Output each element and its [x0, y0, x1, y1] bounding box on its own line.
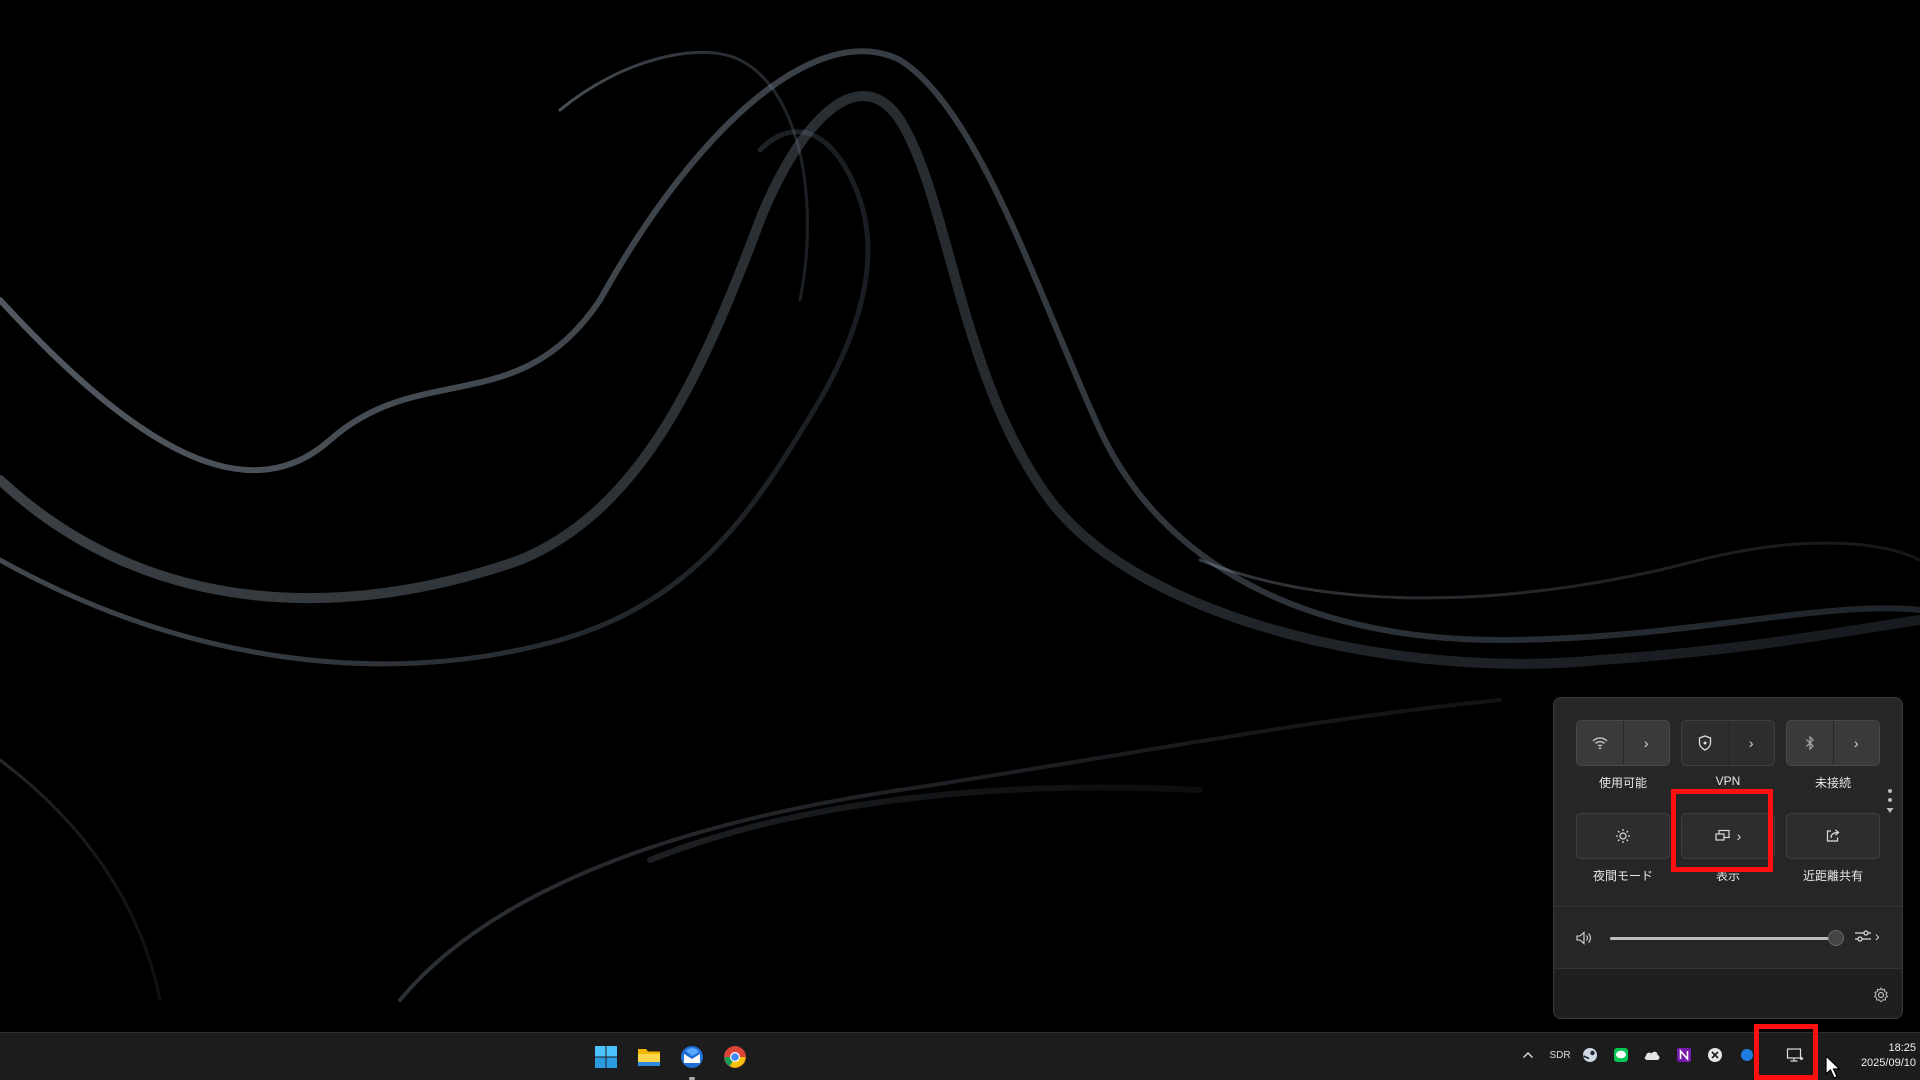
taskbar	[0, 1032, 1920, 1080]
vpn-label: VPN	[1715, 774, 1741, 788]
wifi-tile[interactable]: ›	[1576, 720, 1670, 766]
vpn-toggle[interactable]	[1682, 721, 1728, 765]
volume-slider[interactable]	[1610, 930, 1844, 946]
shield-icon	[1698, 735, 1711, 751]
blue-circle-icon	[1741, 1049, 1753, 1061]
quick-settings-button[interactable]	[1778, 1044, 1812, 1066]
blue-app-tray-button[interactable]	[1736, 1044, 1758, 1066]
bluetooth-tile[interactable]: ›	[1786, 720, 1880, 766]
chevron-right-icon: ›	[1748, 735, 1754, 751]
night-mode-tile[interactable]	[1576, 813, 1670, 859]
audio-output-button[interactable]: ›	[1854, 929, 1880, 943]
desktop: › 使用可能 › VPN › 未接続 夜間モード › 表示 近距離共有 ›	[0, 0, 1920, 1032]
line-chat-icon	[1614, 1048, 1628, 1062]
network-display-icon	[1786, 1048, 1803, 1062]
display-label: 表示	[1715, 869, 1740, 883]
chevron-right-icon: ›	[1875, 928, 1880, 944]
speaker-icon[interactable]	[1576, 931, 1594, 945]
sdr-label: SDR	[1549, 1049, 1571, 1061]
vpn-expand-button[interactable]: ›	[1727, 721, 1775, 765]
steam-icon	[1583, 1048, 1597, 1062]
close-circle-icon	[1708, 1048, 1722, 1062]
quick-settings-footer	[1554, 968, 1902, 1018]
page-dots-icon	[1886, 789, 1894, 813]
onedrive-tray-button[interactable]	[1641, 1044, 1663, 1066]
onenote-tray-button[interactable]	[1673, 1044, 1695, 1066]
bluetooth-toggle[interactable]	[1787, 721, 1833, 765]
quick-settings-panel: › 使用可能 › VPN › 未接続 夜間モード › 表示 近距離共有 ›	[1553, 697, 1903, 1019]
sdr-indicator[interactable]: SDR	[1549, 1044, 1571, 1066]
vpn-tile[interactable]: ›	[1681, 720, 1775, 766]
display-tile[interactable]: ›	[1681, 813, 1775, 859]
bluetooth-expand-button[interactable]: ›	[1832, 721, 1880, 765]
chrome-button[interactable]	[719, 1041, 751, 1073]
bluetooth-label: 未接続	[1814, 776, 1851, 790]
volume-slider-fill	[1610, 937, 1836, 940]
chevron-up-icon	[1523, 1052, 1533, 1058]
sound-mixer-icon	[1855, 930, 1871, 942]
wifi-toggle[interactable]	[1577, 721, 1623, 765]
nearby-share-tile[interactable]	[1786, 813, 1880, 859]
steam-tray-button[interactable]	[1579, 1044, 1601, 1066]
share-icon	[1826, 829, 1840, 842]
brightness-icon	[1616, 829, 1630, 843]
line-tray-button[interactable]	[1610, 1044, 1632, 1066]
onenote-icon	[1677, 1048, 1691, 1062]
start-button[interactable]	[590, 1041, 622, 1073]
bluetooth-icon	[1805, 735, 1814, 751]
quick-settings-pager[interactable]	[1885, 787, 1895, 826]
thunderbird-button[interactable]	[676, 1041, 708, 1073]
wifi-expand-button[interactable]: ›	[1622, 721, 1670, 765]
chrome-icon	[724, 1046, 746, 1068]
cast-display-icon	[1715, 829, 1730, 841]
cloud-icon	[1644, 1051, 1660, 1060]
show-hidden-icons-button[interactable]	[1517, 1044, 1539, 1066]
volume-slider-thumb[interactable]	[1828, 930, 1844, 946]
mouse-cursor-icon	[1825, 1054, 1841, 1079]
chevron-right-icon: ›	[1736, 828, 1742, 844]
close-circle-tray-button[interactable]	[1704, 1044, 1726, 1066]
thunderbird-icon	[681, 1046, 703, 1068]
volume-row: ›	[1554, 906, 1902, 969]
nearby-share-label: 近距離共有	[1802, 869, 1863, 883]
gear-icon[interactable]	[1873, 987, 1889, 1003]
chevron-right-icon: ›	[1853, 735, 1859, 751]
night-mode-label: 夜間モード	[1592, 869, 1653, 883]
file-explorer-icon	[638, 1049, 660, 1066]
windows-start-icon	[595, 1046, 617, 1068]
wifi-icon	[1592, 737, 1608, 750]
wifi-label: 使用可能	[1598, 776, 1647, 790]
file-explorer-button[interactable]	[633, 1041, 665, 1073]
chevron-right-icon: ›	[1643, 735, 1649, 751]
